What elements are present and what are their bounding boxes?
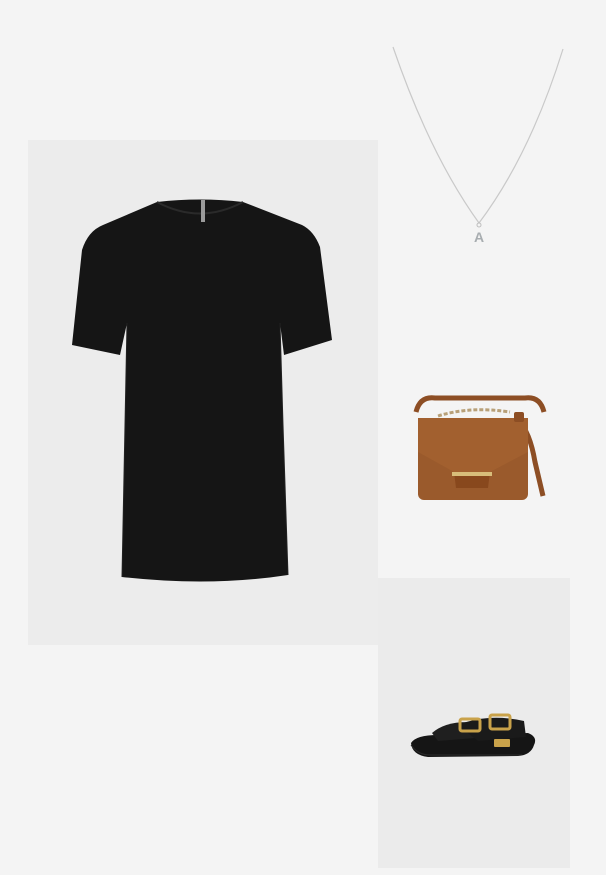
dress-item[interactable]	[70, 195, 335, 585]
black-tshirt-dress-icon	[72, 199, 332, 582]
sandal-panel	[378, 578, 570, 868]
handbag-item[interactable]	[410, 392, 550, 502]
svg-text:A: A	[474, 229, 484, 245]
tan-crossbody-bag-icon	[413, 395, 547, 500]
dress-panel	[28, 140, 378, 645]
necklace-item[interactable]: A	[390, 45, 566, 245]
initial-pendant-necklace-icon: A	[392, 46, 564, 245]
sandals-item[interactable]	[408, 711, 538, 761]
black-buckle-sandals-icon	[410, 713, 536, 757]
